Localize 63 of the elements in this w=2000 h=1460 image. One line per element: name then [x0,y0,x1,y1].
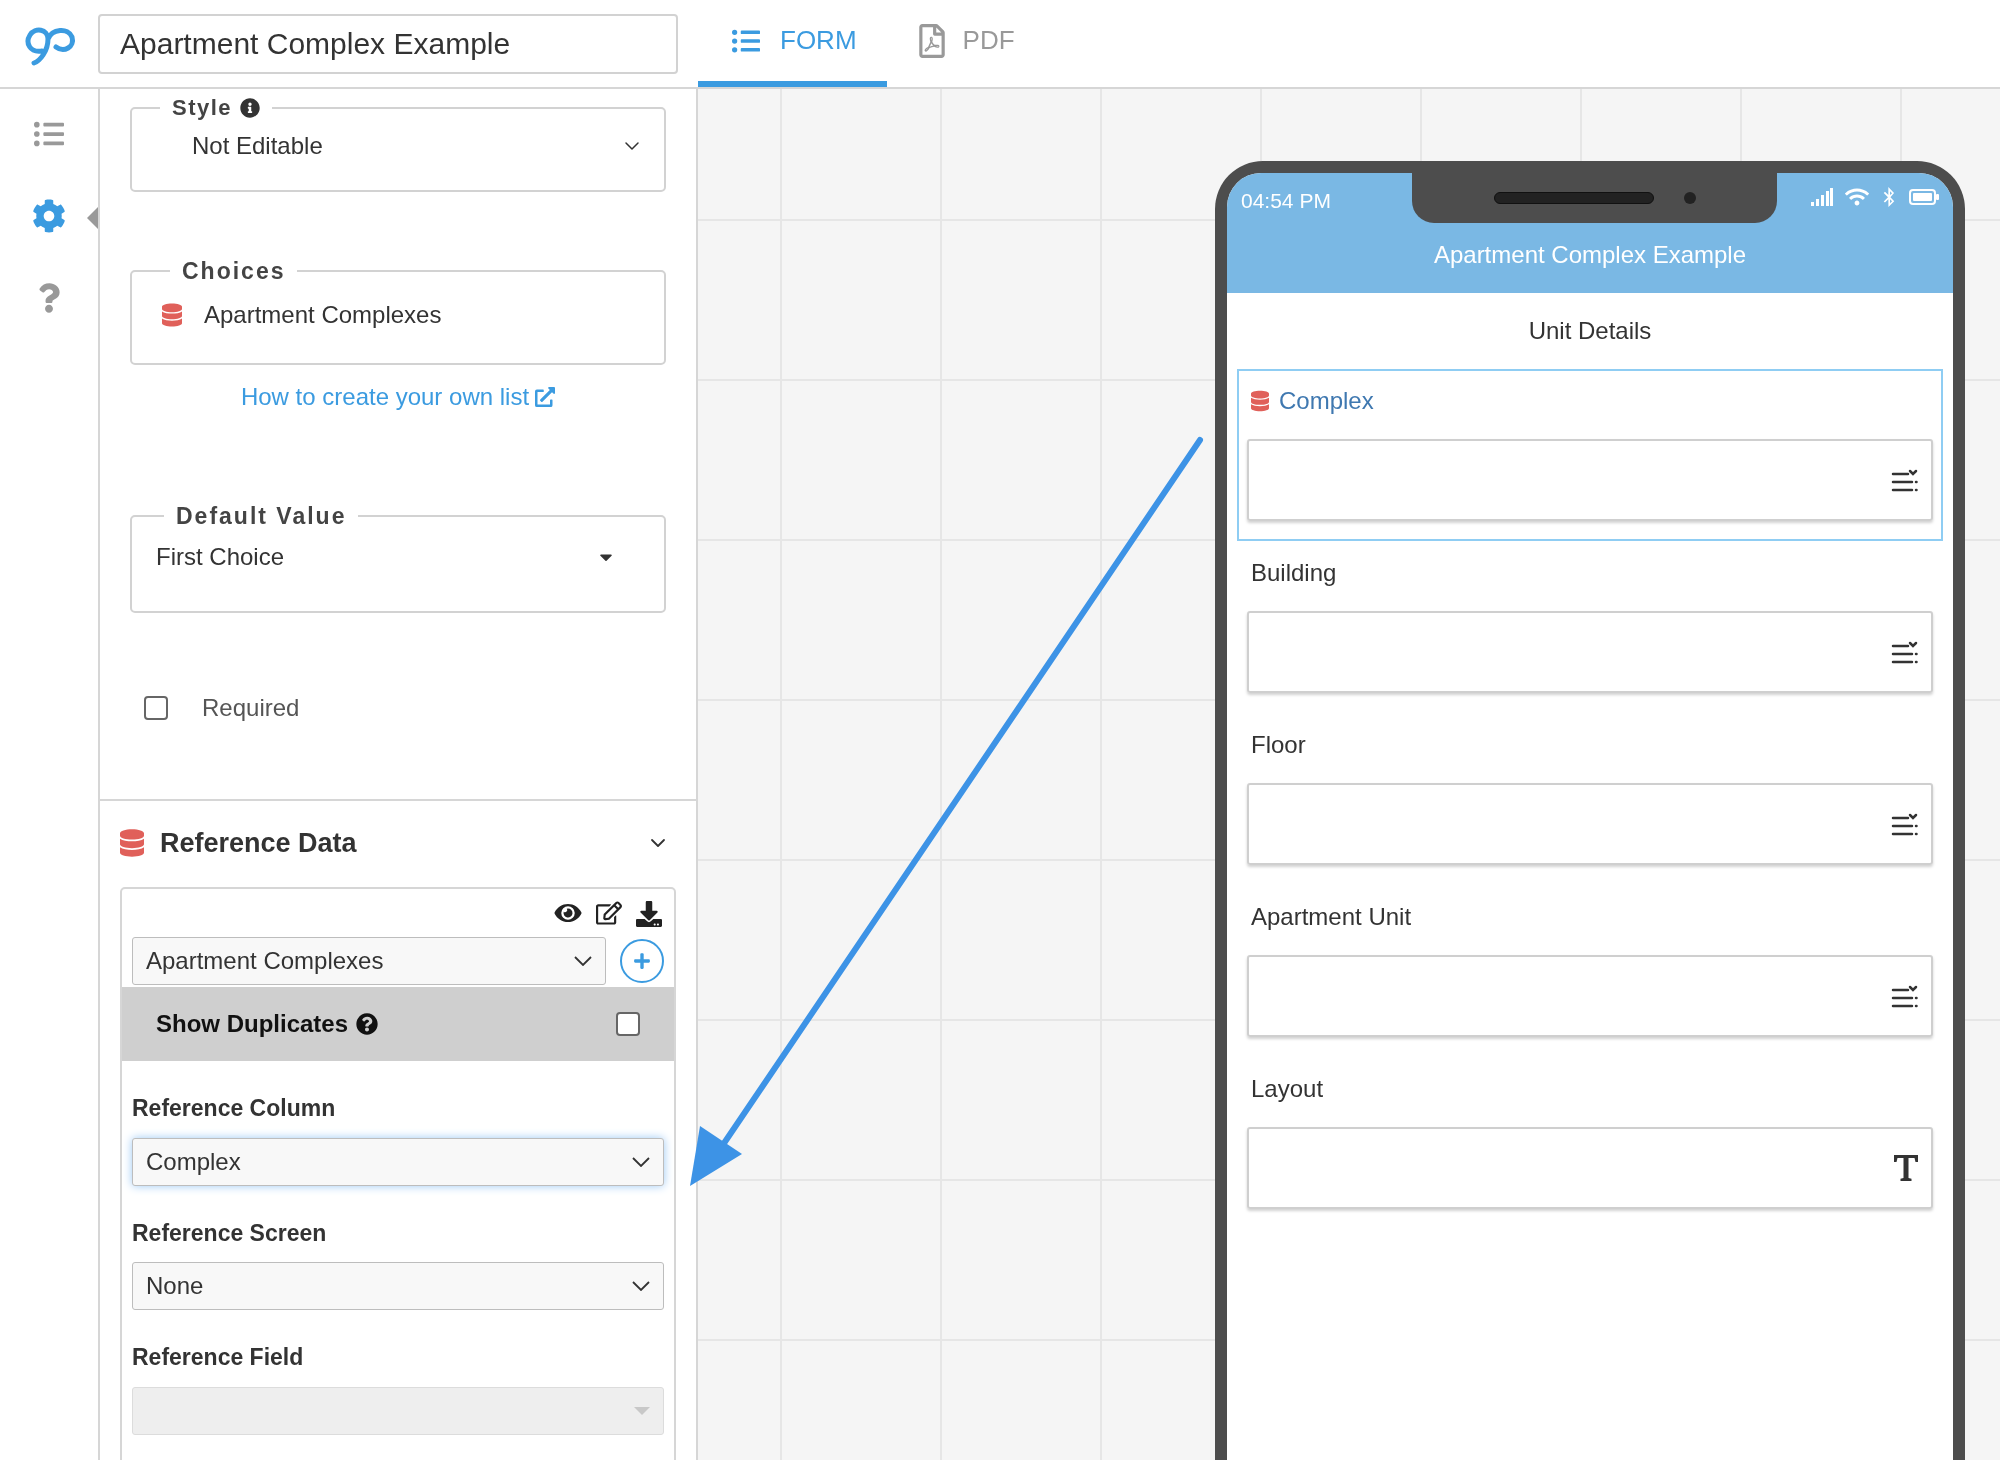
field-label: Floor [1251,730,1306,760]
reference-select[interactable]: None [132,1262,664,1310]
database-icon [120,829,144,857]
choices-source: Apartment Complexes [204,299,442,330]
text-format-icon [1893,1154,1919,1182]
list-select-icon [1891,984,1919,1008]
field-label: Reference Screen [132,1218,328,1248]
form-field[interactable]: Building [1237,541,1943,713]
show-duplicates-label: Show Duplicates [156,1009,349,1039]
external-link-icon [535,386,556,407]
field-input[interactable] [1247,439,1933,521]
field-label: Apartment Unit [1251,902,1412,932]
pdf-file-icon [916,23,947,58]
form-field[interactable]: Floor [1237,713,1943,885]
info-icon [240,97,261,118]
fieldset-legend: Style [172,91,233,124]
section-title: Reference Data [160,826,358,860]
database-icon [162,302,182,327]
battery-icon [1909,189,1939,205]
field-label: Complex [1279,386,1374,416]
show-duplicates-checkbox[interactable] [616,1012,640,1036]
reference-select[interactable]: Complex [132,1137,664,1186]
field-input[interactable] [1247,955,1933,1037]
settings-icon[interactable] [32,199,66,233]
chevron-down-icon [632,1156,650,1167]
required-checkbox[interactable] [144,696,168,720]
required-label: Required [202,693,300,723]
field-label: Building [1251,558,1337,588]
field-label: Reference Column [132,1094,337,1123]
edit-icon[interactable] [596,901,622,925]
form-field[interactable]: Complex [1237,369,1943,541]
fieldset-legend: Choices [182,258,286,284]
help-icon [356,1013,379,1035]
add-button[interactable] [620,939,664,983]
bluetooth-icon [1881,187,1897,207]
chevron-down-icon [632,1281,650,1291]
pointer-icon [87,207,98,229]
plus-icon [633,952,651,970]
fieldset-legend: Default Value [176,502,347,529]
list-select-icon [1891,468,1919,492]
status-time: 04:54 PM [1240,188,1332,214]
field-label: Layout [1251,1074,1324,1104]
default-value-select[interactable]: First Choice [156,539,640,575]
field-input[interactable] [1247,611,1933,693]
style-select[interactable]: Not Editable [152,128,644,164]
wifi-icon [1845,187,1869,207]
download-icon[interactable] [636,901,662,927]
caret-icon [634,1406,650,1415]
form-field[interactable]: Layout [1237,1057,1943,1229]
form-field[interactable]: Apartment Unit [1237,885,1943,1057]
screen-title: Unit Details [1527,316,1653,346]
list-select-icon [1891,812,1919,836]
field-input[interactable] [1247,1127,1933,1209]
field-label: Reference Field [132,1343,305,1372]
list-select[interactable]: Apartment Complexes [132,937,606,985]
field-input[interactable] [1247,783,1933,865]
chevron-down-icon [574,956,592,966]
form-title-field[interactable]: Apartment Complex Example [98,13,678,74]
help-icon[interactable] [38,283,60,313]
signal-icon [1811,188,1833,206]
view-icon[interactable] [554,901,582,925]
app-title: Apartment Complex Example [1432,240,1748,270]
list-select-icon [1891,640,1919,664]
